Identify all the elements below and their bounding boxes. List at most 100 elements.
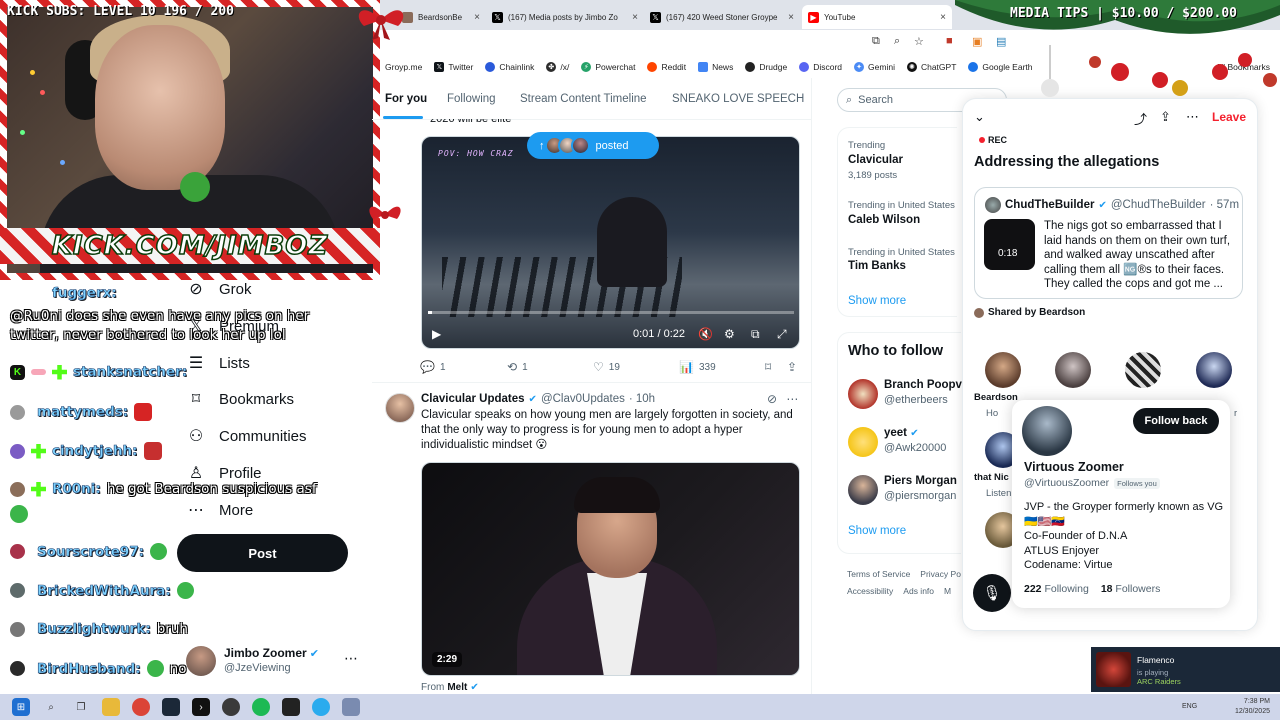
trend-item-tim-banks[interactable]: Tim Banks — [848, 260, 906, 272]
speaker-avatar[interactable] — [1125, 352, 1161, 388]
tab-sneako[interactable]: SNEAKO LOVE SPEECH — [672, 93, 804, 105]
install-app-icon[interactable]: ⧉ — [872, 35, 880, 48]
repost-button[interactable]: ⟲ 1 — [507, 360, 528, 374]
follow-suggestion[interactable]: yeet ✔ @Awk20000 — [848, 425, 968, 459]
author-name[interactable]: Clavicular Updates — [421, 393, 525, 405]
speaker-avatar[interactable] — [985, 352, 1021, 388]
spotify-icon[interactable] — [252, 698, 270, 716]
trend-item-caleb-wilson[interactable]: Caleb Wilson — [848, 214, 920, 226]
leave-space-button[interactable]: Leave — [1212, 110, 1246, 124]
bookmark-chatgpt[interactable]: ✺ ChatGPT — [906, 62, 956, 72]
avatar[interactable] — [1022, 406, 1072, 456]
close-tab-icon[interactable]: × — [632, 12, 638, 23]
tab-for-you[interactable]: For you — [385, 93, 427, 105]
bookmark-powerchat[interactable]: ⚡ Powerchat — [581, 62, 635, 72]
video-thumbnail[interactable]: 0:18 — [984, 219, 1035, 270]
app-icon[interactable] — [282, 698, 300, 716]
follow-suggestion[interactable]: Piers Morgan @piersmorgan — [848, 473, 968, 507]
share-icon[interactable]: ⇪ — [1160, 109, 1171, 125]
nav-bookmarks[interactable]: ⌑ Bookmarks — [187, 390, 294, 409]
bookmark-reddit[interactable]: Reddit — [647, 62, 686, 72]
obs-icon[interactable] — [222, 698, 240, 716]
chrome-icon[interactable] — [132, 698, 150, 716]
more-dots-icon[interactable]: ⋯ — [1186, 109, 1199, 125]
post-button[interactable]: Post — [177, 534, 348, 572]
nav-grok[interactable]: ⊘ Grok — [187, 280, 251, 299]
bookmark-chainlink[interactable]: Chainlink — [485, 62, 534, 72]
footer-link[interactable]: Privacy Po — [920, 569, 961, 579]
bookmark-discord[interactable]: Discord — [799, 62, 842, 72]
avatar[interactable] — [385, 393, 415, 423]
app-icon[interactable] — [342, 698, 360, 716]
speaker-avatar[interactable] — [1055, 352, 1091, 388]
bookmark-gemini[interactable]: ✦ Gemini — [854, 62, 895, 72]
views-button[interactable]: 📊 339 — [679, 360, 716, 374]
following-link[interactable]: 222 Following — [1024, 583, 1089, 595]
show-more-link[interactable]: Show more — [848, 525, 906, 537]
footer-link[interactable]: Accessibility — [847, 586, 893, 596]
star-bookmark-icon[interactable]: ☆ — [914, 35, 924, 48]
more-dots-icon[interactable]: ⋯ — [786, 392, 798, 406]
browser-tab-groyper[interactable]: 𝕏 (167) 420 Weed Stoner Groype × — [644, 5, 800, 29]
like-button[interactable]: ♡ 19 — [593, 360, 620, 374]
video-player[interactable]: 2:29 — [421, 462, 800, 676]
bookmark-groyp[interactable]: Groyp.me — [385, 62, 422, 72]
tab-following[interactable]: Following — [447, 93, 496, 105]
followers-link[interactable]: 18 Followers — [1101, 583, 1161, 595]
chevron-down-icon[interactable]: ⌄ — [974, 109, 985, 125]
language-indicator[interactable]: ENG — [1182, 703, 1197, 710]
footer-link[interactable]: Terms of Service — [847, 569, 910, 579]
source-name[interactable]: Melt — [447, 682, 467, 693]
bookmark-drudge[interactable]: Drudge — [745, 62, 787, 72]
video-player[interactable]: POV: HOW CRAZ ▶ 0:01 / 0:22 🔇 ⚙ ⧉ ⤢ — [421, 136, 800, 349]
bookmark-twitter[interactable]: 𝕏 Twitter — [434, 62, 473, 72]
bookmark-button[interactable]: ⌑ — [765, 360, 771, 374]
trend-item-clavicular[interactable]: Clavicular — [848, 154, 903, 166]
show-more-link[interactable]: Show more — [848, 295, 906, 307]
close-tab-icon[interactable]: × — [940, 12, 946, 23]
extension-icon[interactable]: ▣ — [972, 35, 982, 48]
microphone-icon[interactable]: 🎙 — [973, 574, 1011, 612]
extension-icon[interactable]: ■ — [946, 35, 953, 47]
bookmark-google-earth[interactable]: Google Earth — [968, 62, 1033, 72]
extension-icon[interactable]: ▤ — [996, 35, 1006, 48]
steam-notification[interactable]: Flamenco is playing ARC Raiders — [1091, 647, 1280, 692]
browser-tab-media-posts[interactable]: 𝕏 (167) Media posts by Jimbo Zo × — [486, 5, 644, 29]
clip-icon[interactable]: ⤴ — [1134, 109, 1147, 128]
nav-more[interactable]: ⋯ More — [187, 501, 253, 520]
task-view-icon[interactable]: ❐ — [72, 698, 90, 716]
windows-start-icon[interactable]: ⊞ — [12, 698, 30, 716]
video-progress-bar[interactable] — [428, 311, 794, 314]
telegram-icon[interactable] — [312, 698, 330, 716]
grok-icon[interactable]: ⊘ — [767, 392, 777, 406]
bookmark-news[interactable]: News — [698, 62, 733, 72]
share-button[interactable]: ⇪ — [787, 360, 797, 374]
search-icon[interactable]: ⌕ — [42, 698, 60, 716]
nav-profile[interactable]: ♙ Profile — [187, 464, 262, 483]
mute-icon[interactable]: 🔇 — [698, 327, 713, 341]
nav-lists[interactable]: ☰ Lists — [187, 354, 250, 373]
more-dots-icon[interactable]: ⋯ — [344, 650, 358, 667]
footer-link[interactable]: M — [944, 586, 951, 596]
pip-icon[interactable]: ⧉ — [751, 327, 760, 342]
system-clock[interactable]: 7:38 PM 12/30/2025 — [1235, 697, 1270, 717]
close-tab-icon[interactable]: × — [788, 12, 794, 23]
play-icon[interactable]: ▶ — [432, 327, 441, 341]
account-switcher[interactable]: Jimbo Zoomer ✔ @JzeViewing ⋯ — [186, 644, 366, 680]
follow-back-button[interactable]: Follow back — [1133, 408, 1219, 434]
bookmark-x-board[interactable]: ✤/x/ — [546, 62, 569, 72]
author-handle[interactable]: @Clav0Updates — [541, 393, 625, 405]
profile-name[interactable]: Virtuous Zoomer — [1024, 460, 1124, 474]
profile-handle[interactable]: @VirtuousZoomer — [1024, 477, 1109, 489]
reply-button[interactable]: 💬 1 — [420, 360, 446, 374]
nav-communities[interactable]: ⚇ Communities — [187, 427, 307, 446]
close-tab-icon[interactable]: × — [474, 12, 480, 23]
steam-icon[interactable] — [162, 698, 180, 716]
tab-stream-content[interactable]: Stream Content Timeline — [520, 93, 647, 105]
browser-tab-youtube[interactable]: ▶ YouTube × — [802, 5, 952, 29]
all-bookmarks[interactable]: All Bookmarks — [1216, 62, 1270, 72]
footer-link[interactable]: Ads info — [903, 586, 934, 596]
settings-gear-icon[interactable]: ⚙ — [724, 327, 735, 341]
new-posts-pill[interactable]: ↑ posted — [527, 132, 659, 159]
terminal-icon[interactable]: › — [192, 698, 210, 716]
